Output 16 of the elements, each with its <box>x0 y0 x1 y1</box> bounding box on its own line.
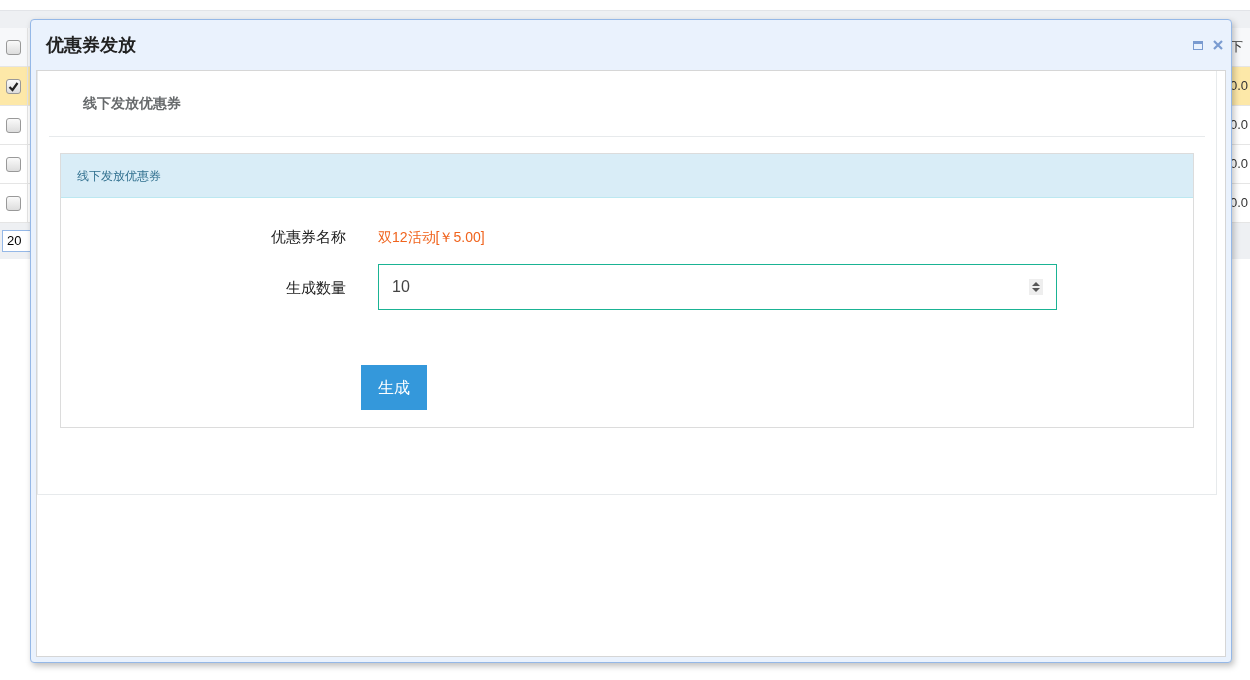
panel-title: 线下发放优惠券 <box>77 167 161 185</box>
field-label: 优惠券名称 <box>270 227 346 247</box>
checkbox[interactable] <box>6 78 21 94</box>
maximize-icon[interactable] <box>1193 40 1203 50</box>
quantity-field[interactable]: 10 <box>378 264 1057 310</box>
checkmark-icon <box>8 80 19 92</box>
checkbox[interactable] <box>6 39 21 55</box>
checkbox[interactable] <box>6 156 21 172</box>
checkbox[interactable] <box>6 117 21 133</box>
checkbox[interactable] <box>6 195 21 211</box>
coupon-name: 双12活动[￥5.00] <box>378 228 485 247</box>
dialog-title: 优惠券发放 <box>46 33 137 57</box>
close-icon[interactable] <box>1213 40 1223 50</box>
field-label: 生成数量 <box>285 278 346 298</box>
section-title: 线下发放优惠券 <box>82 94 181 113</box>
spinner-icon[interactable] <box>1029 279 1043 295</box>
